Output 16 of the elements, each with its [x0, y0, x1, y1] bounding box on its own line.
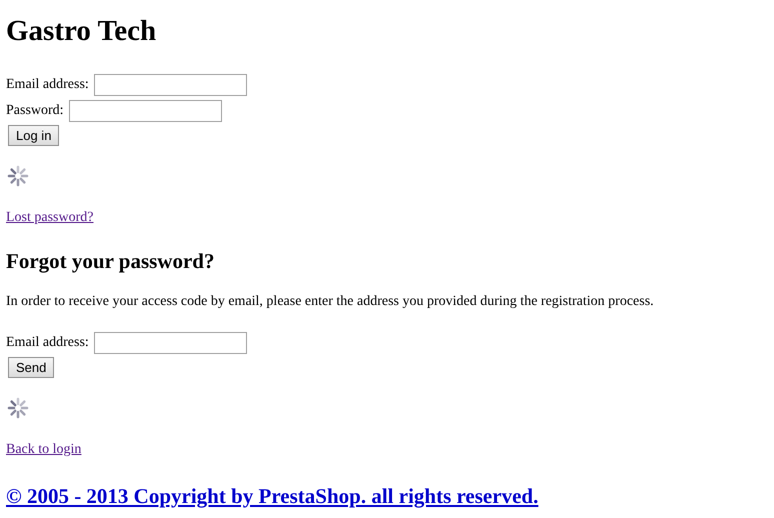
input-field[interactable]	[94, 332, 247, 354]
field-label: Password:	[6, 103, 64, 119]
instruction-text: In order to receive your access code by email, please enter the address you provided during the registration process.	[6, 294, 655, 310]
copyright-link[interactable]: © 2005 - 2013 Copyright by PrestaShop. all rights reserved.	[6, 484, 538, 508]
page-title: Gastro Tech	[6, 14, 158, 48]
loading-spinner-icon	[6, 164, 30, 188]
lost-password-link[interactable]: Lost password?	[6, 210, 94, 225]
login-button[interactable]: Log in	[8, 125, 60, 146]
field-label: Email address:	[6, 335, 89, 351]
loading-spinner-icon	[6, 396, 30, 420]
send-button[interactable]: Send	[8, 357, 54, 378]
back-to-login-link[interactable]: Back to login	[6, 442, 82, 457]
input-field[interactable]	[68, 100, 222, 122]
input-field[interactable]	[94, 74, 247, 96]
field-label: Email address:	[6, 77, 89, 93]
section-heading: Forgot your password?	[6, 248, 216, 274]
